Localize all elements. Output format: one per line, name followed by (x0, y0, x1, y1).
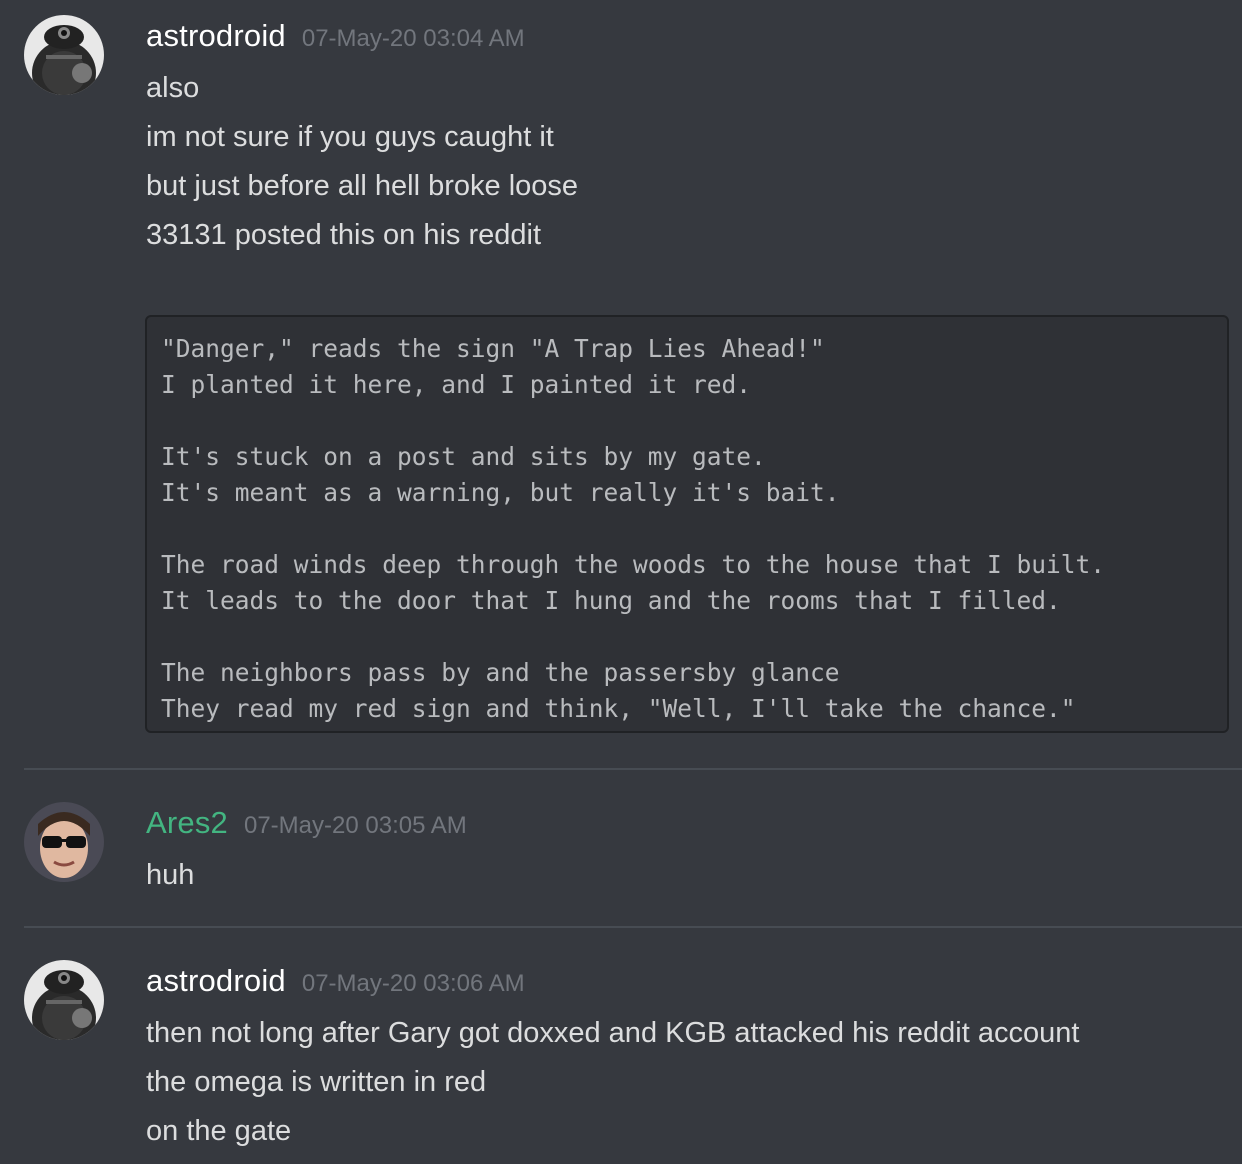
message-line: on the gate (146, 1115, 292, 1147)
message-line: also (146, 72, 200, 104)
username[interactable]: Ares2 (146, 805, 228, 841)
code-line: It's stuck on a post and sits by my gate… (161, 442, 766, 471)
code-line: It's meant as a warning, but really it's… (161, 478, 840, 507)
message-line: then not long after Gary got doxxed and … (146, 1017, 1080, 1049)
avatar-astrodroid[interactable] (24, 15, 104, 95)
message-divider (24, 768, 1242, 770)
message-line: im not sure if you guys caught it (146, 121, 554, 153)
message-line: 33131 posted this on his reddit (146, 219, 541, 251)
avatar-ares2[interactable] (24, 802, 104, 882)
avatar-astrodroid[interactable] (24, 960, 104, 1040)
code-line: I planted it here, and I painted it red. (161, 370, 752, 399)
message-divider (24, 926, 1242, 928)
message-line: huh (146, 859, 195, 891)
droid-avatar-icon (24, 960, 104, 1040)
code-line: "Danger," reads the sign "A Trap Lies Ah… (161, 334, 825, 363)
code-line: The neighbors pass by and the passersby … (161, 658, 840, 687)
code-line: The road winds deep through the woods to… (161, 550, 1106, 579)
user-photo-avatar-icon (24, 802, 104, 882)
code-line: They read my red sign and think, "Well, … (161, 694, 1076, 723)
droid-avatar-icon (24, 15, 104, 95)
timestamp: 07-May-20 03:04 AM (301, 25, 525, 52)
message-line: but just before all hell broke loose (146, 170, 579, 202)
code-block: "Danger," reads the sign "A Trap Lies Ah… (145, 315, 1229, 733)
username[interactable]: astrodroid (146, 963, 286, 999)
timestamp: 07-May-20 03:05 AM (243, 812, 467, 839)
timestamp: 07-May-20 03:06 AM (301, 970, 525, 997)
username[interactable]: astrodroid (146, 18, 286, 54)
message-line: the omega is written in red (146, 1066, 487, 1098)
code-line: It leads to the door that I hung and the… (161, 586, 1061, 615)
